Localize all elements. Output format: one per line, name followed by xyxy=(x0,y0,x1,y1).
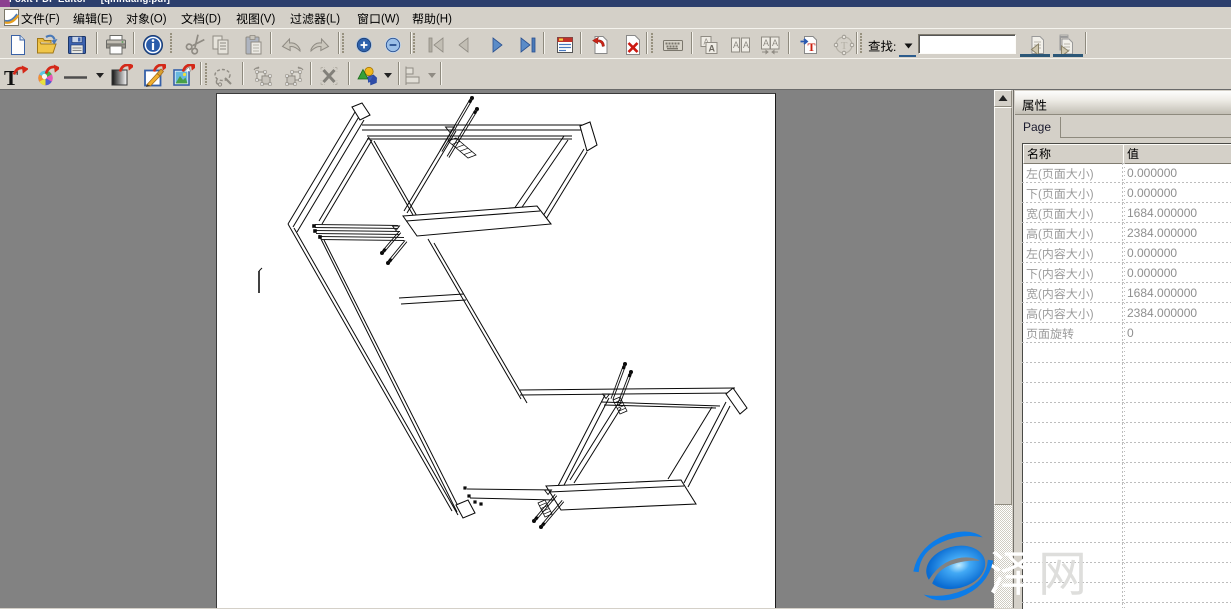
svg-text:(: ( xyxy=(1038,289,1042,301)
svg-text:): ) xyxy=(1090,189,1094,201)
svg-text:): ) xyxy=(1090,169,1094,181)
svg-text:): ) xyxy=(396,14,400,26)
svg-text:W: W xyxy=(385,14,396,26)
svg-text:T: T xyxy=(841,40,848,52)
svg-text:(: ( xyxy=(1038,209,1042,221)
svg-text:): ) xyxy=(1090,289,1094,301)
svg-text:): ) xyxy=(448,14,452,26)
svg-text:F: F xyxy=(49,14,56,26)
svg-text:): ) xyxy=(336,14,340,26)
svg-text:): ) xyxy=(1090,269,1094,281)
svg-text:): ) xyxy=(56,14,60,26)
svg-text:A: A xyxy=(763,38,769,48)
svg-text:(: ( xyxy=(1038,249,1042,261)
svg-text:A: A xyxy=(772,38,778,48)
svg-text:D: D xyxy=(209,14,217,26)
svg-text:(: ( xyxy=(1038,229,1042,241)
svg-text:O: O xyxy=(154,14,163,26)
svg-text:(: ( xyxy=(1038,189,1042,201)
svg-text:A: A xyxy=(743,40,749,50)
svg-text:T: T xyxy=(808,40,816,54)
svg-text:A: A xyxy=(709,44,716,54)
svg-text:): ) xyxy=(1090,229,1094,241)
svg-text::: : xyxy=(893,40,896,54)
svg-text:): ) xyxy=(272,14,276,26)
svg-text:H: H xyxy=(440,14,448,26)
svg-text:(: ( xyxy=(1038,169,1042,181)
svg-text:): ) xyxy=(1090,249,1094,261)
svg-text:): ) xyxy=(109,14,113,26)
svg-text:(: ( xyxy=(1038,309,1042,321)
svg-text:): ) xyxy=(1090,309,1094,321)
svg-text:): ) xyxy=(217,14,221,26)
svg-text:(: ( xyxy=(1038,269,1042,281)
svg-text:A: A xyxy=(733,40,739,50)
svg-text:): ) xyxy=(163,14,167,26)
svg-text:): ) xyxy=(1090,209,1094,221)
